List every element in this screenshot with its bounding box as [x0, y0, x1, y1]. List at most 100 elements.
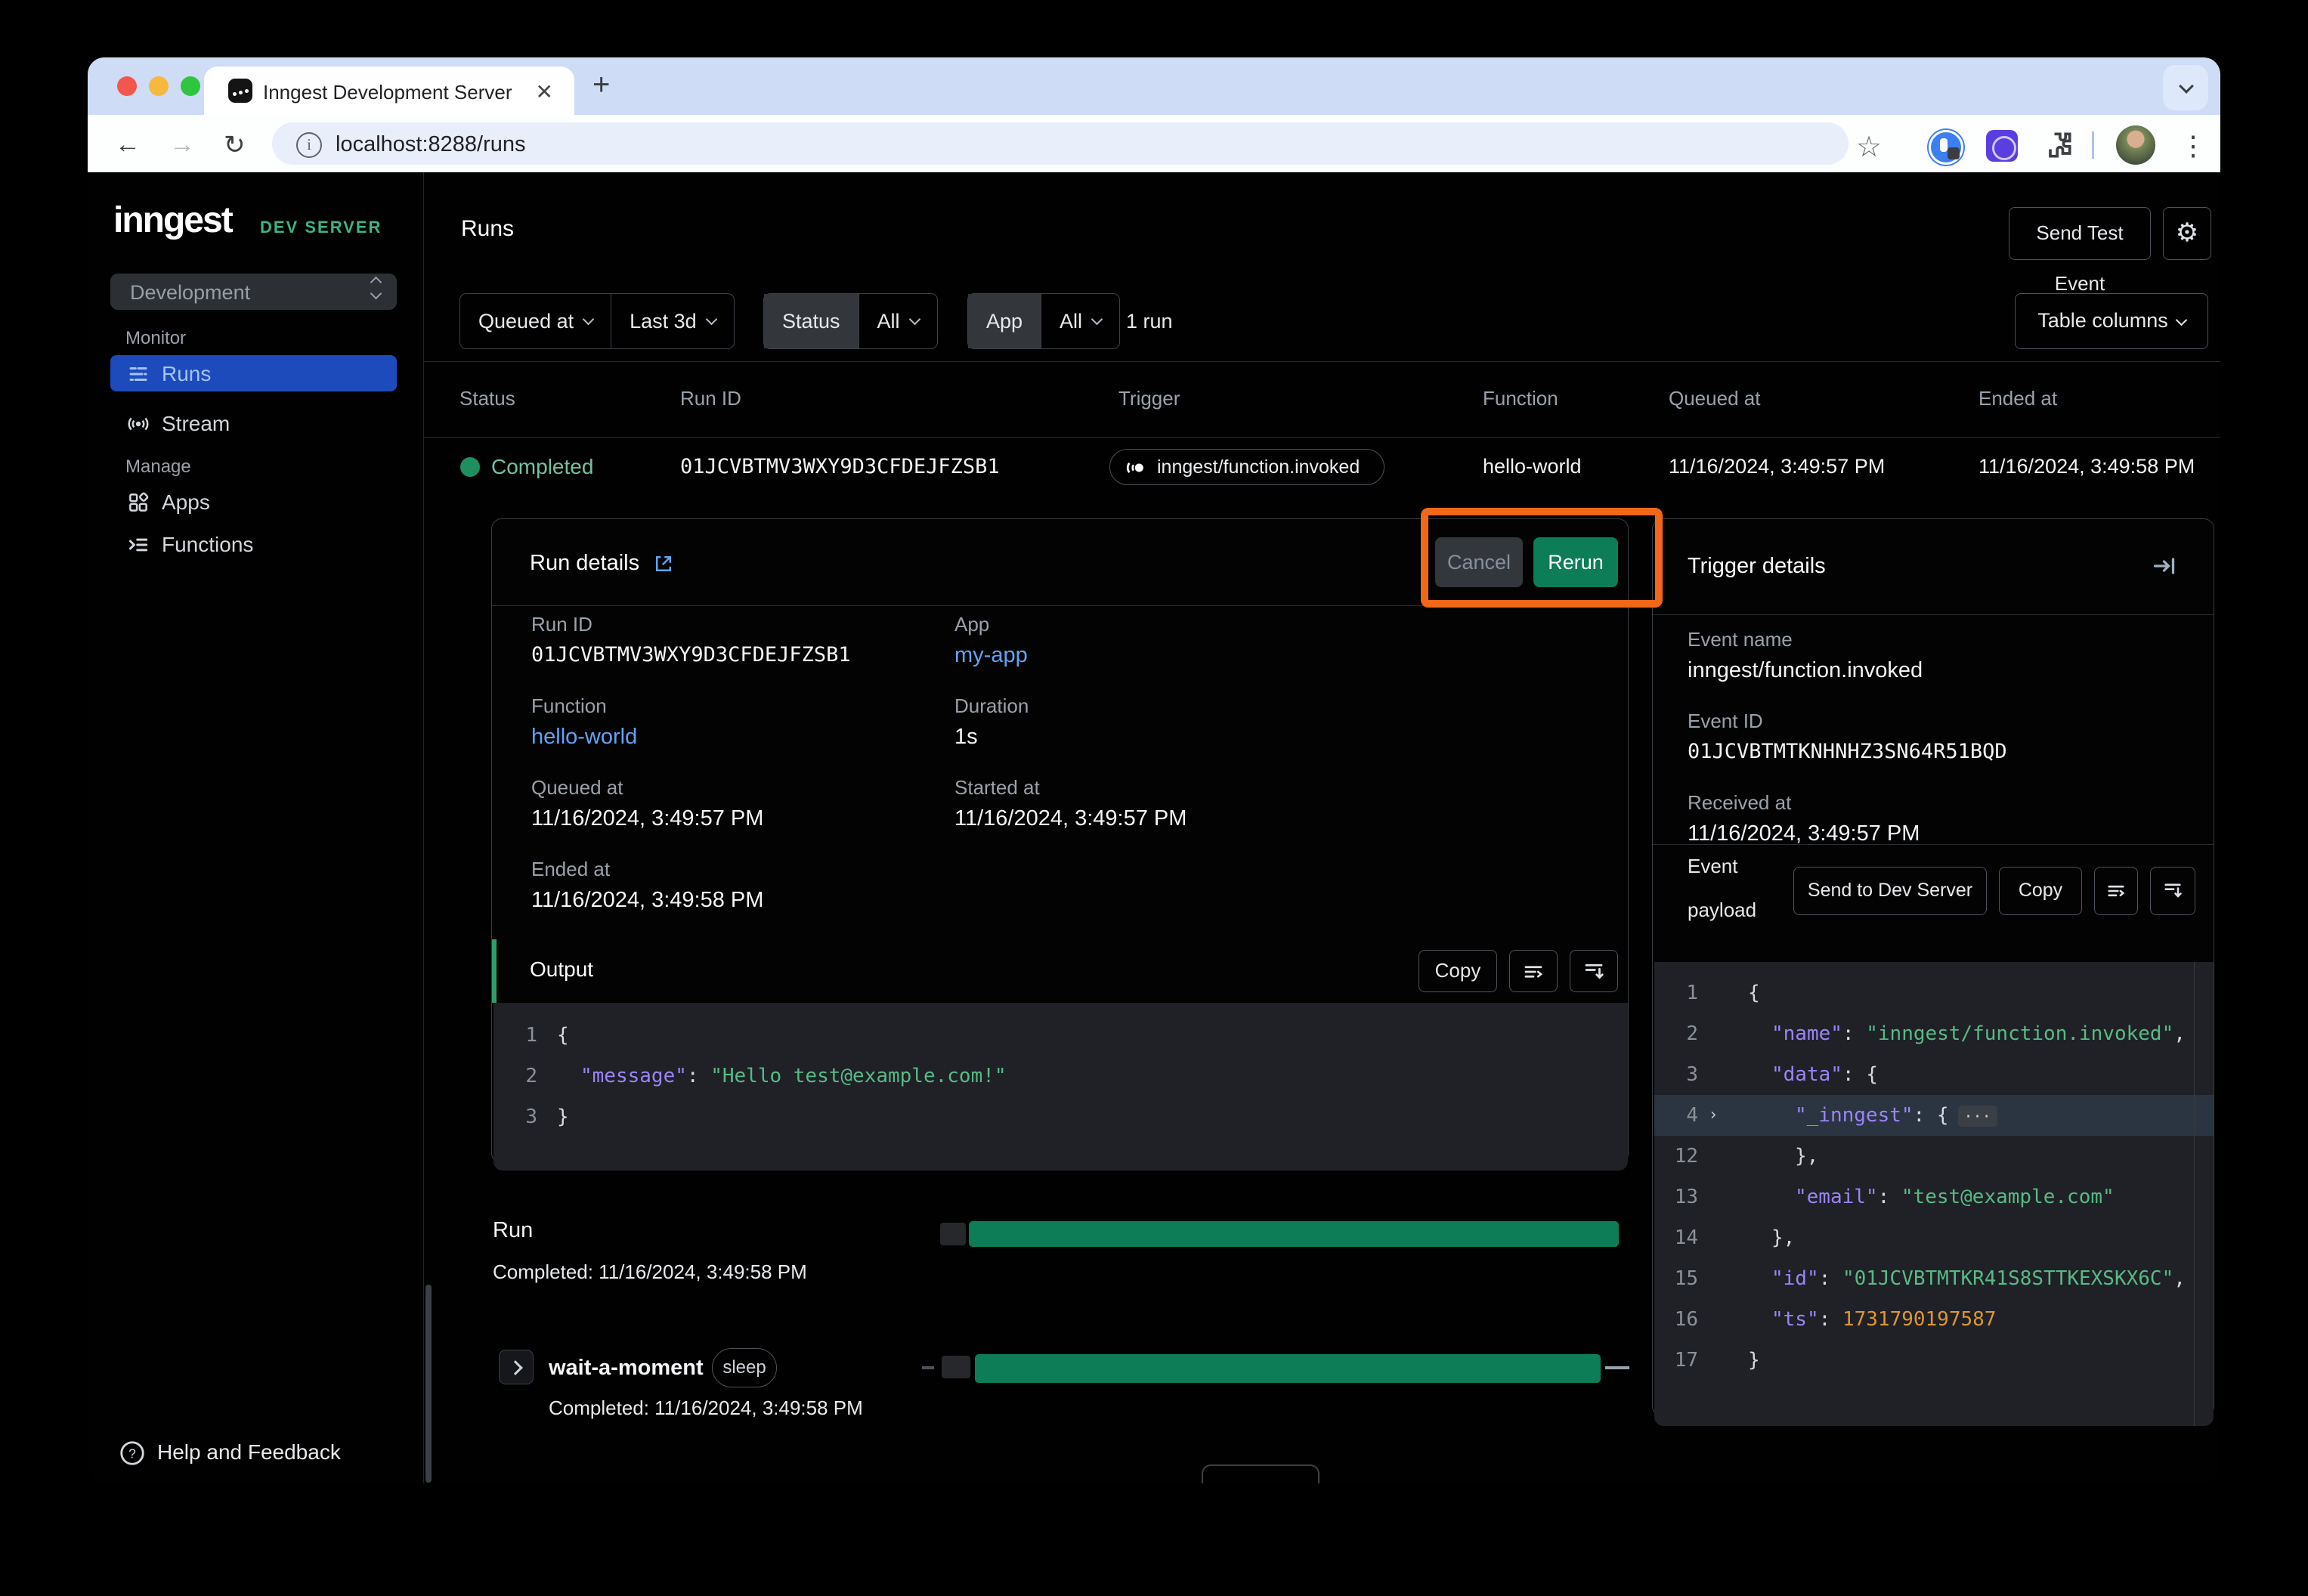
divider [1653, 844, 2214, 845]
app-filter-label: App [968, 294, 1041, 348]
bookmark-star-icon[interactable]: ☆ [1856, 130, 1882, 164]
field-label: Ended at [531, 858, 610, 881]
field-label: Started at [954, 776, 1040, 800]
collapse-chevron-icon[interactable]: › [1698, 1095, 1728, 1136]
traffic-maximize-button[interactable] [181, 76, 200, 96]
run-details-panel: Run details Cancel Rerun Run ID 01JCVBTM… [491, 518, 1629, 1164]
tab-close-icon[interactable]: ✕ [536, 79, 553, 104]
code-text: "email": "test@example.com" [1748, 1177, 2115, 1217]
column-header-run-id[interactable]: Run ID [680, 387, 741, 410]
step-expand-button[interactable] [499, 1350, 534, 1384]
chevron-spacer [1698, 1217, 1728, 1258]
output-code-block[interactable]: 1{2"message": "Hello test@example.com!"3… [493, 1003, 1628, 1171]
chevron-down-icon [1091, 313, 1103, 325]
code-text: "ts": 1731790197587 [1748, 1299, 1996, 1340]
output-title: Output [530, 957, 593, 982]
sidebar: inngest DEV SERVER Development Monitor R… [88, 172, 424, 1483]
event-payload-label: Event [1688, 855, 1738, 878]
chevron-spacer [1698, 1136, 1728, 1177]
column-header-function[interactable]: Function [1483, 387, 1558, 410]
run-count: 1 run [1126, 310, 1173, 333]
line-number: 17 [1654, 1340, 1698, 1381]
app-filter-value[interactable]: All [1041, 294, 1119, 348]
tab-search-chevron-button[interactable] [2163, 65, 2208, 110]
payload-copy-button[interactable]: Copy [1999, 867, 2082, 915]
purple-extension-icon[interactable] [1986, 130, 2018, 162]
sidebar-item-runs[interactable]: Runs [110, 355, 397, 391]
column-header-queued-at[interactable]: Queued at [1669, 387, 1760, 410]
row-status: Completed [491, 455, 593, 479]
send-to-dev-server-button[interactable]: Send to Dev Server [1793, 867, 1987, 915]
sidebar-item-stream[interactable]: Stream [110, 405, 397, 441]
new-tab-button[interactable]: + [592, 68, 610, 102]
timeline-run-bar[interactable] [969, 1221, 1619, 1247]
code-line: 3} [493, 1096, 1628, 1137]
sidebar-item-label: Runs [162, 362, 211, 386]
output-copy-button[interactable]: Copy [1419, 950, 1497, 992]
function-link[interactable]: hello-world [531, 725, 637, 750]
table-columns-button[interactable]: Table columns [2015, 293, 2208, 349]
field-label: Event ID [1688, 710, 1763, 733]
column-header-trigger[interactable]: Trigger [1118, 387, 1180, 410]
line-number: 1 [493, 1015, 537, 1056]
word-wrap-icon-button[interactable] [2094, 867, 2138, 915]
field-value-event-id: 01JCVBTMTKNHNHZ3SN64R51BQD [1688, 740, 2007, 763]
status-filter-value[interactable]: All [859, 294, 937, 348]
trigger-badge[interactable]: inngest/function.invoked [1109, 449, 1384, 485]
trigger-details-title: Trigger details [1688, 554, 1826, 579]
code-line: 2"name": "inngest/function.invoked", [1654, 1013, 2214, 1054]
field-value-run-id: 01JCVBTMV3WXY9D3CFDEJFZSB1 [531, 643, 851, 667]
environment-select[interactable]: Development [110, 274, 397, 310]
browser-tab[interactable]: Inngest Development Server ✕ [204, 66, 574, 115]
back-icon[interactable]: ← [115, 130, 141, 159]
scroll-to-bottom-icon-button[interactable] [1570, 950, 1618, 992]
runs-icon [127, 363, 150, 385]
field-label: Run ID [531, 613, 592, 636]
word-wrap-icon-button[interactable] [1509, 950, 1558, 992]
code-line: 14}, [1654, 1217, 2214, 1258]
settings-gear-button[interactable]: ⚙ [2163, 207, 2211, 260]
field-value-event-name: inngest/function.invoked [1688, 658, 1923, 683]
traffic-minimize-button[interactable] [149, 76, 169, 96]
browser-window: Inngest Development Server ✕ + ← → ↻ i l… [88, 57, 2220, 1483]
timeline-step-bar[interactable] [975, 1354, 1601, 1383]
line-number: 16 [1654, 1299, 1698, 1340]
time-range-filter[interactable]: Last 3d [611, 294, 734, 348]
app-link[interactable]: my-app [954, 643, 1028, 668]
line-number: 14 [1654, 1217, 1698, 1258]
scroll-to-bottom-icon-button[interactable] [2150, 867, 2195, 915]
code-line: 15"id": "01JCVBTMTKR41S8STTKEXSKX6C", [1654, 1258, 2214, 1299]
sidebar-item-apps[interactable]: Apps [110, 484, 397, 520]
functions-icon [127, 534, 150, 556]
sidebar-item-label: Functions [162, 533, 253, 557]
code-line: 4›"_inngest": {··· [1654, 1095, 2214, 1136]
line-number: 3 [493, 1096, 537, 1137]
partial-button[interactable] [1202, 1465, 1320, 1483]
reload-icon[interactable]: ↻ [224, 130, 246, 160]
status-dot [460, 457, 480, 477]
help-label: Help and Feedback [157, 1440, 341, 1465]
collapsed-content-icon[interactable]: ··· [1958, 1106, 1997, 1127]
sidebar-item-functions[interactable]: Functions [110, 526, 397, 562]
trigger-details-panel: Trigger details Event name inngest/funct… [1652, 518, 2214, 1417]
stream-icon [127, 413, 150, 435]
traffic-close-button[interactable] [117, 76, 137, 96]
profile-avatar[interactable] [2116, 125, 2155, 165]
scrollbar-thumb[interactable] [425, 1285, 432, 1483]
line-number: 12 [1654, 1136, 1698, 1177]
field-label: Queued at [531, 776, 623, 800]
trigger-badge-label: inngest/function.invoked [1157, 456, 1360, 478]
kebab-menu-icon[interactable]: ⋮ [2180, 130, 2207, 162]
event-payload-code-block[interactable]: 1{2"name": "inngest/function.invoked",3"… [1654, 962, 2214, 1426]
url-bar[interactable]: i localhost:8288/runs [272, 122, 1849, 165]
code-text: "id": "01JCVBTMTKR41S8STTKEXSKX6C", [1748, 1258, 2186, 1299]
column-header-ended-at[interactable]: Ended at [1979, 387, 2057, 410]
field-label: App [954, 613, 989, 636]
site-info-icon[interactable]: i [296, 132, 322, 158]
chevron-spacer [1698, 1340, 1728, 1381]
queued-at-filter[interactable]: Queued at [460, 294, 611, 348]
column-header-status[interactable]: Status [459, 387, 515, 410]
forward-icon[interactable]: → [169, 130, 195, 159]
send-test-event-button[interactable]: Send Test Event [2009, 207, 2151, 260]
password-extension-icon[interactable] [1929, 130, 1963, 165]
